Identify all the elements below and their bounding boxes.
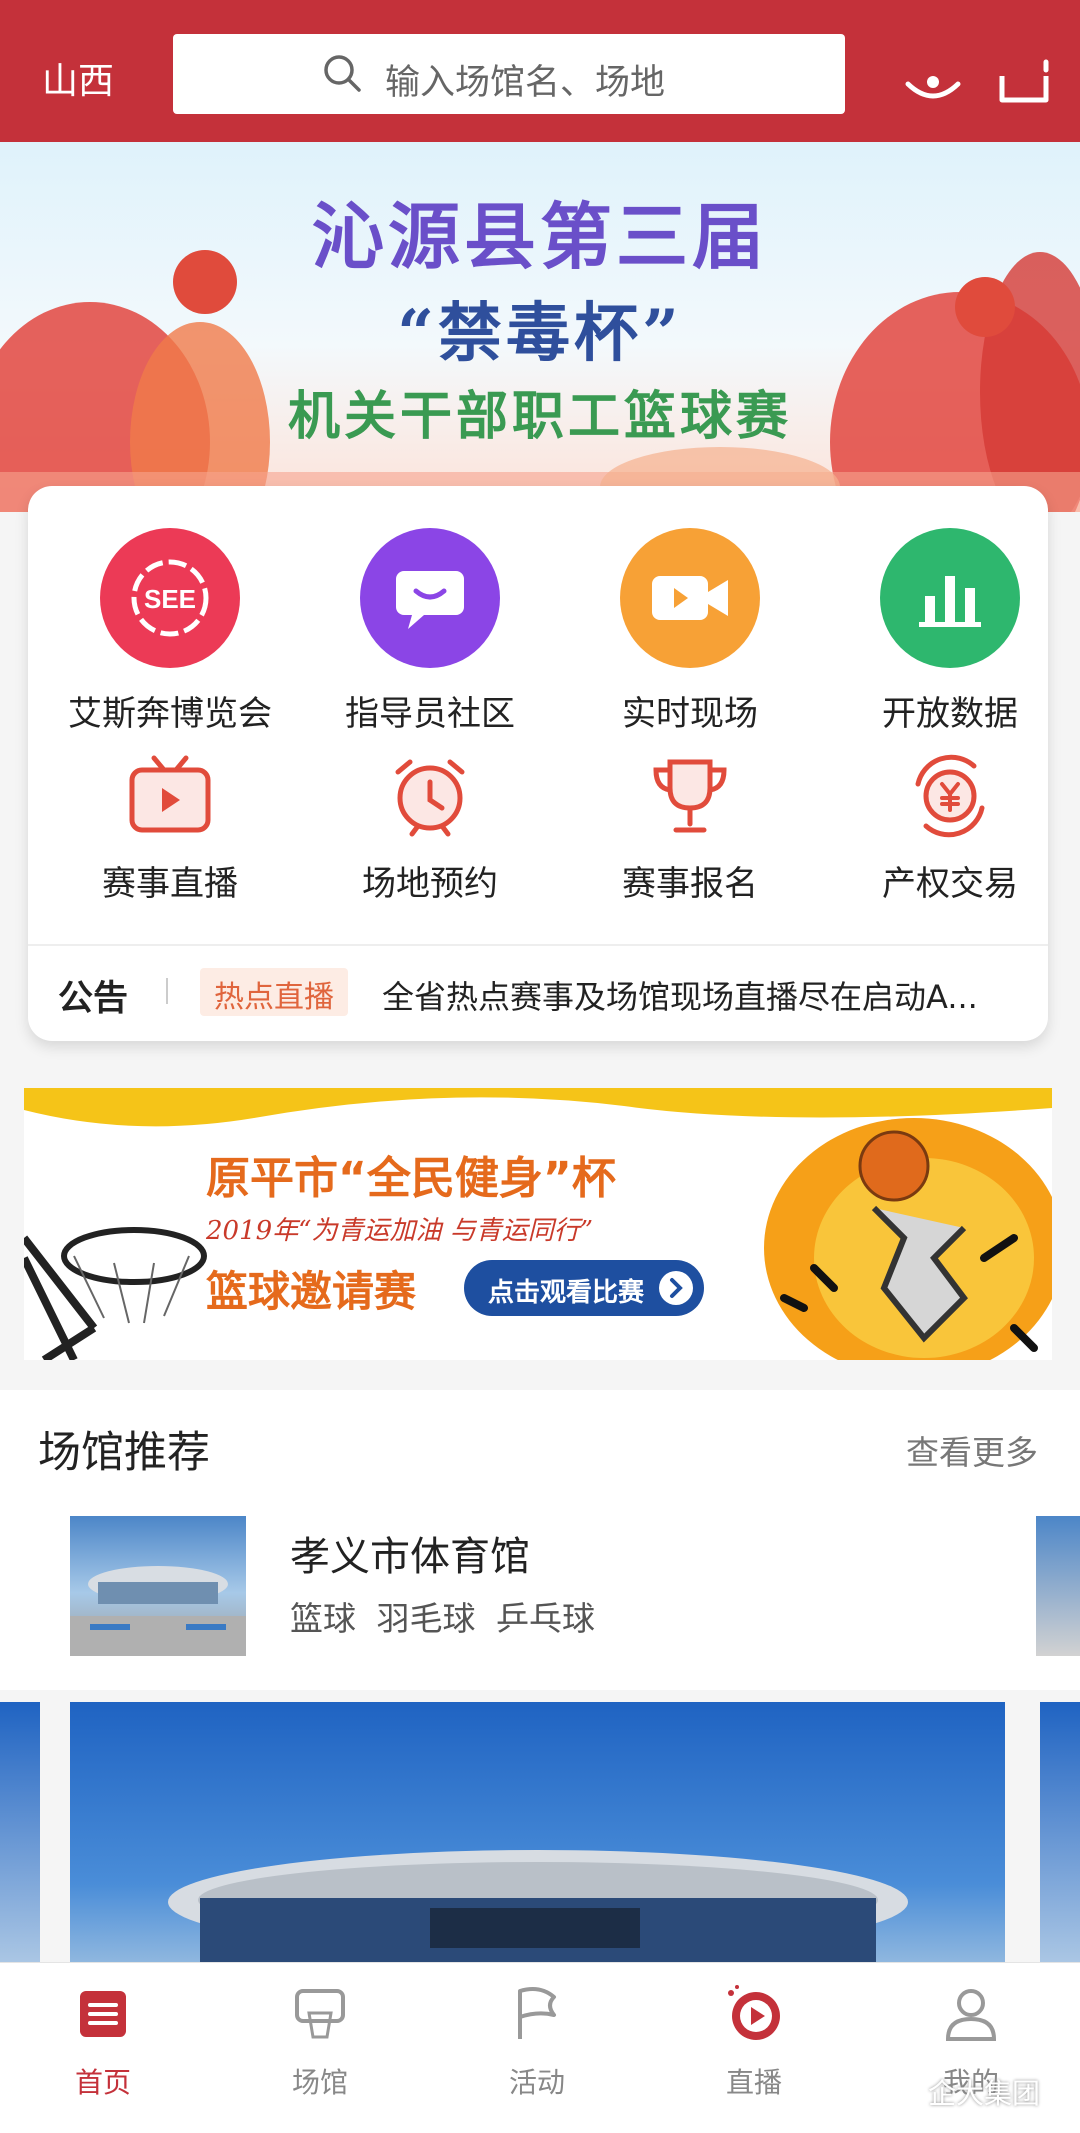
tab-live[interactable]: 直播 (679, 1983, 829, 2101)
flag-icon (518, 1987, 556, 2039)
banner2-slogan: 2019年“为青运加油 与青运同行” (206, 1216, 594, 1246)
message-icon[interactable] (996, 56, 1054, 108)
notice-tag: 热点直播 (200, 968, 348, 1016)
banner-subtitle: 机关干部职工篮球赛 (287, 387, 792, 447)
divider (28, 944, 1048, 946)
search-icon (324, 55, 361, 92)
grid-label: 艾斯奔博览会 (68, 694, 272, 734)
prev-photo-peek (0, 1702, 40, 1962)
promo-banner-drug-cup[interactable]: 沁源县第三届 “禁毒杯” 机关干部职工篮球赛 (0, 142, 1080, 512)
top-bar: 山西 输入场馆名、场地 (0, 0, 1080, 142)
grid-label: 实时现场 (622, 694, 758, 734)
search-input[interactable]: 输入场馆名、场地 (173, 34, 845, 114)
see-icon: SEE (100, 528, 240, 668)
promo-banner-basketball-invitational[interactable]: 原平市“全民健身”杯 2019年“为青运加油 与青运同行” 篮球邀请赛 点击观看… (24, 1088, 1052, 1360)
tab-home[interactable]: 首页 (28, 1983, 178, 2101)
grid-item-property-trade[interactable]: 产权交易 (825, 754, 1075, 905)
venue-thumbnail (70, 1516, 246, 1656)
section-title: 场馆推荐 (38, 1428, 210, 1478)
scan-icon[interactable] (904, 56, 962, 108)
yuan-exchange-icon (915, 754, 985, 838)
city-selector[interactable]: 山西 (42, 52, 114, 104)
bottom-tab-bar: 首页 场馆 活动 直播 我的 (0, 1962, 1080, 2133)
notice-text[interactable]: 全省热点赛事及场馆现场直播尽在启动A... (382, 972, 978, 1018)
grid-label: 赛事直播 (102, 864, 238, 904)
search-placeholder: 输入场馆名、场地 (385, 63, 666, 103)
notice-label: 公告 (58, 979, 129, 1019)
tab-label: 首页 (74, 2066, 131, 2099)
next-venue-peek (1036, 1516, 1080, 1656)
quick-access-card: SEE 艾斯奔博览会 指导员社区 实时现场 开放数据 赛事直播 场地预约 赛事报… (28, 486, 1048, 1041)
banner-title: 沁源县第三届 (311, 195, 768, 279)
tab-label: 活动 (508, 2066, 565, 2099)
grid-item-match-signup[interactable]: 赛事报名 (565, 754, 815, 905)
grid-item-venue-booking[interactable]: 场地预约 (305, 754, 555, 905)
tab-label: 直播 (725, 2066, 782, 2099)
user-icon (945, 1989, 997, 2041)
play-icon (728, 1985, 780, 2040)
grid-item-live-scene[interactable]: 实时现场 (565, 528, 815, 735)
grid-label: 开放数据 (882, 694, 1018, 734)
next-photo-peek (1040, 1702, 1080, 1962)
venue-name: 孝义市体育馆 (290, 1534, 530, 1580)
tv-icon (129, 755, 211, 833)
banner2-subtitle: 篮球邀请赛 (206, 1267, 417, 1316)
grid-item-open-data[interactable]: 开放数据 (825, 528, 1075, 735)
banner2-title: 原平市“全民健身”杯 (206, 1153, 616, 1204)
grid-item-expo[interactable]: SEE 艾斯奔博览会 (45, 528, 295, 735)
grid-label: 赛事报名 (622, 864, 758, 904)
svg-text:SEE: SEE (144, 584, 196, 614)
basketball-hoop-icon (295, 1989, 345, 2039)
tab-label: 场馆 (291, 2066, 348, 2099)
watch-match-button[interactable]: 点击观看比赛 (464, 1260, 704, 1316)
grid-label: 指导员社区 (345, 694, 515, 734)
grid-item-instructor[interactable]: 指导员社区 (305, 528, 555, 735)
home-icon (80, 1991, 126, 2037)
banner-cup-name: “禁毒杯” (397, 296, 683, 371)
grid-label: 产权交易 (882, 864, 1018, 904)
bar-chart-icon (880, 528, 1020, 668)
notice-separator (166, 978, 168, 1004)
grid-label: 场地预约 (362, 864, 498, 904)
trophy-icon (653, 759, 727, 833)
venue-card[interactable]: 孝义市体育馆 篮球 羽毛球 乒乓球 (0, 1516, 1080, 1690)
watermark: 企大集团 (928, 2077, 1041, 2110)
tab-activities[interactable]: 活动 (462, 1983, 612, 2101)
see-more-link[interactable]: 查看更多 (906, 1426, 1038, 1474)
venue-photo[interactable] (70, 1702, 1005, 1962)
alarm-clock-icon (395, 759, 465, 837)
venue-tags: 篮球 羽毛球 乒乓球 (290, 1599, 595, 1638)
video-camera-icon (620, 528, 760, 668)
grid-item-match-live[interactable]: 赛事直播 (45, 754, 295, 905)
tab-venues[interactable]: 场馆 (245, 1983, 395, 2101)
watch-match-label: 点击观看比赛 (488, 1278, 645, 1308)
chat-icon (360, 528, 500, 668)
arrow-right-icon (659, 1271, 693, 1305)
